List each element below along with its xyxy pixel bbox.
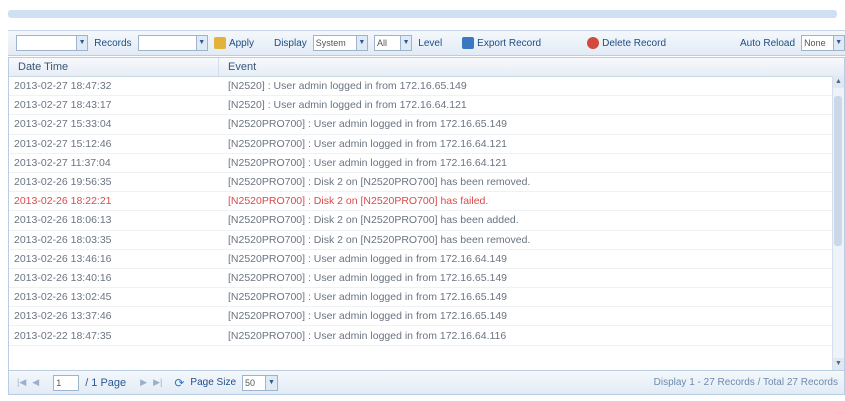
- cell-event: [N2520PRO700] : User admin logged in fro…: [228, 271, 508, 284]
- cell-event: [N2520PRO700] : User admin logged in fro…: [228, 118, 508, 131]
- cell-event: [N2520PRO700] : User admin logged in fro…: [228, 291, 508, 304]
- top-band-bar: [8, 10, 837, 18]
- prev-page-icon[interactable]: ◀: [32, 377, 39, 388]
- cell-event: [N2520PRO700] : User admin logged in fro…: [228, 329, 507, 342]
- delete-record-label: Delete Record: [602, 37, 667, 49]
- cell-event: [N2520] : User admin logged in from 172.…: [228, 80, 467, 93]
- apply-button[interactable]: Apply: [213, 37, 254, 49]
- page-size-select[interactable]: 50: [242, 374, 267, 391]
- cell-event: [N2520PRO700] : User admin logged in fro…: [228, 310, 508, 323]
- cell-datetime: 2013-02-26 13:46:16: [14, 252, 112, 265]
- cell-event: [N2520PRO700] : Disk 2 on [N2520PRO700] …: [228, 214, 519, 227]
- level-label: Level: [418, 37, 443, 49]
- page-size-dropdown-arrow[interactable]: ▼: [266, 374, 279, 391]
- apply-label: Apply: [228, 37, 254, 49]
- export-record-button[interactable]: Export Record: [462, 37, 541, 49]
- pager-bar: |◀ ◀ 1 / 1 Page ▶ ▶| ⟳ Page Size 50 ▼ Di…: [8, 371, 845, 395]
- cell-event: [N2520PRO700] : User admin logged in fro…: [228, 137, 508, 150]
- column-header-datetime[interactable]: Date Time: [9, 58, 219, 76]
- scroll-down-icon[interactable]: ▼: [833, 358, 844, 370]
- auto-reload-label: Auto Reload: [740, 37, 796, 49]
- display-dropdown-arrow[interactable]: ▼: [356, 35, 369, 51]
- export-icon: [462, 37, 475, 49]
- page-number-input[interactable]: 1: [53, 374, 80, 391]
- log-grid: Date Time Event 2013-02-27 18:47:32 [N252…: [8, 57, 845, 371]
- total-pages-label: / 1 Page: [85, 376, 127, 389]
- records-label: Records: [94, 37, 132, 49]
- cell-datetime: 2013-02-26 13:37:46: [14, 310, 112, 323]
- table-row[interactable]: 2013-02-26 18:03:35 [N2520PRO700] : Disk …: [9, 231, 844, 250]
- cell-datetime: 2013-02-26 19:56:35: [14, 176, 112, 189]
- cell-datetime: 2013-02-27 18:43:17: [14, 99, 112, 112]
- cell-datetime: 2013-02-27 18:47:32: [14, 80, 112, 93]
- cell-event: [N2520PRO700] : User admin logged in fro…: [228, 156, 508, 169]
- records-field[interactable]: [137, 35, 197, 51]
- auto-reload-dropdown-arrow[interactable]: ▼: [833, 35, 845, 51]
- log-toolbar: ▼ Records ▼ Apply Display System ▼ All ▼…: [8, 30, 845, 56]
- records-dropdown-arrow[interactable]: ▼: [196, 35, 208, 51]
- next-page-icon[interactable]: ▶: [140, 377, 147, 388]
- export-record-label: Export Record: [477, 37, 542, 49]
- cell-event: [N2520PRO700] : Disk 2 on [N2520PRO700] …: [228, 176, 531, 189]
- table-row[interactable]: 2013-02-26 19:56:35 [N2520PRO700] : Disk …: [9, 173, 844, 193]
- cell-datetime: 2013-02-26 13:02:45: [14, 291, 112, 304]
- first-page-icon[interactable]: |◀: [17, 377, 26, 388]
- table-row[interactable]: 2013-02-27 15:33:04 [N2520PRO700] : User …: [9, 115, 844, 135]
- page-size-label: Page Size: [190, 377, 237, 388]
- level-dropdown-arrow[interactable]: ▼: [400, 35, 413, 51]
- scroll-up-icon[interactable]: ▲: [833, 76, 844, 88]
- table-row[interactable]: 2013-02-22 18:47:35 [N2520PRO700] : User …: [9, 326, 844, 346]
- auto-reload-select[interactable]: None: [801, 35, 834, 51]
- cell-datetime: 2013-02-27 15:12:46: [14, 137, 112, 150]
- table-row[interactable]: 2013-02-26 13:40:16 [N2520PRO700] : User …: [9, 269, 844, 289]
- cell-datetime: 2013-02-26 18:06:13: [14, 214, 112, 227]
- filter-field[interactable]: [16, 35, 77, 51]
- table-row[interactable]: 2013-02-26 18:06:13 [N2520PRO700] : Disk …: [9, 211, 844, 231]
- table-row[interactable]: 2013-02-27 18:47:32 [N2520] : User admin …: [9, 77, 844, 97]
- table-row[interactable]: 2013-02-27 11:37:04 [N2520PRO700] : User …: [9, 154, 844, 173]
- cell-datetime: 2013-02-26 13:40:16: [14, 271, 112, 284]
- table-row[interactable]: 2013-02-26 13:02:45 [N2520PRO700] : User …: [9, 288, 844, 308]
- cell-event: [N2520PRO700] : User admin logged in fro…: [228, 252, 508, 265]
- top-band: [0, 0, 845, 30]
- cell-event: [N2520PRO700] : Disk 2 on [N2520PRO700] …: [228, 195, 489, 208]
- filter-dropdown-arrow[interactable]: ▼: [76, 35, 89, 51]
- delete-icon: [587, 37, 600, 49]
- delete-record-button[interactable]: Delete Record: [587, 37, 666, 49]
- display-label: Display: [273, 37, 307, 49]
- cell-datetime: 2013-02-26 18:03:35: [14, 233, 112, 246]
- cell-datetime: 2013-02-22 18:47:35: [14, 329, 112, 342]
- table-row[interactable]: 2013-02-27 18:43:17 [N2520] : User admin …: [9, 96, 844, 116]
- cell-event: [N2520] : User admin logged in from 172.…: [228, 99, 467, 112]
- vertical-scrollbar[interactable]: ▲ ▼: [832, 76, 844, 370]
- scroll-thumb[interactable]: [834, 96, 842, 246]
- level-select[interactable]: All: [374, 35, 401, 51]
- grid-header: Date Time Event: [9, 58, 844, 77]
- grid-body: 2013-02-27 18:47:32 [N2520] : User admin …: [9, 77, 844, 346]
- table-row[interactable]: 2013-02-26 13:46:16 [N2520PRO700] : User …: [9, 250, 844, 269]
- apply-icon: [213, 37, 226, 49]
- last-page-icon[interactable]: ▶|: [153, 377, 162, 388]
- table-row[interactable]: 2013-02-26 18:22:21 [N2520PRO700] : Disk …: [9, 192, 844, 212]
- display-info-text: Display 1 - 27 Records / Total 27 Record…: [653, 377, 838, 388]
- cell-datetime: 2013-02-26 18:22:21: [14, 195, 112, 208]
- cell-event: [N2520PRO700] : Disk 2 on [N2520PRO700] …: [228, 233, 531, 246]
- display-select[interactable]: System: [312, 35, 357, 51]
- column-header-event[interactable]: Event: [219, 58, 256, 76]
- table-row[interactable]: 2013-02-27 15:12:46 [N2520PRO700] : User …: [9, 135, 844, 154]
- cell-datetime: 2013-02-27 11:37:04: [14, 156, 111, 169]
- cell-datetime: 2013-02-27 15:33:04: [14, 118, 112, 131]
- table-row[interactable]: 2013-02-26 13:37:46 [N2520PRO700] : User …: [9, 307, 844, 327]
- refresh-icon[interactable]: ⟳: [174, 376, 184, 390]
